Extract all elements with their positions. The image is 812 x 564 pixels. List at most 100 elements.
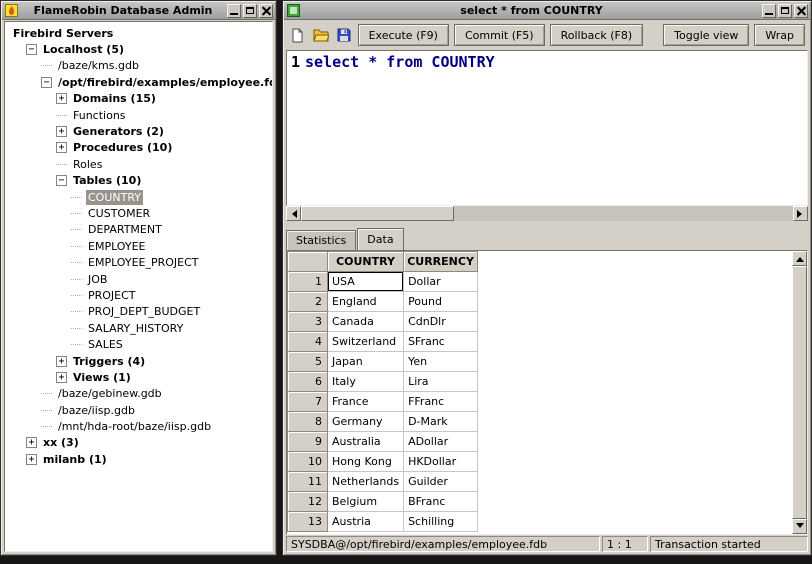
- tree-item[interactable]: SALES: [5, 336, 272, 352]
- tree-item[interactable]: Functions: [5, 107, 272, 123]
- tree-item[interactable]: + Procedures (10): [5, 140, 272, 156]
- tree-item[interactable]: Firebird Servers: [5, 25, 272, 41]
- expand-icon[interactable]: +: [56, 93, 67, 105]
- row-number[interactable]: 12: [287, 491, 328, 512]
- grid-cell[interactable]: HKDollar: [403, 451, 479, 472]
- row-number[interactable]: 7: [287, 391, 328, 412]
- row-number[interactable]: 8: [287, 411, 328, 432]
- tree-item[interactable]: EMPLOYEE: [5, 238, 272, 254]
- grid-cell[interactable]: Netherlands: [326, 471, 405, 492]
- tree-item[interactable]: /baze/gebinew.gdb: [5, 386, 272, 402]
- grid-cell[interactable]: Italy: [326, 371, 405, 392]
- grid-cell[interactable]: Guilder: [403, 471, 479, 492]
- column-header-country[interactable]: COUNTRY: [326, 251, 405, 272]
- scroll-left-button[interactable]: [286, 206, 301, 221]
- grid-cell[interactable]: Belgium: [326, 491, 405, 512]
- tab-data[interactable]: Data: [357, 228, 404, 250]
- row-number[interactable]: 1: [287, 271, 328, 292]
- sql-editor[interactable]: 1 select * from COUNTRY: [286, 50, 808, 206]
- expand-icon[interactable]: +: [56, 371, 67, 383]
- grid-cell[interactable]: Australia: [326, 431, 405, 452]
- expand-icon[interactable]: +: [26, 437, 37, 449]
- row-number[interactable]: 6: [287, 371, 328, 392]
- grid-cell[interactable]: CdnDlr: [403, 311, 479, 332]
- toggle-view-button[interactable]: Toggle view: [663, 24, 750, 46]
- grid-cell[interactable]: Germany: [326, 411, 405, 432]
- tree-item[interactable]: + Domains (15): [5, 91, 272, 107]
- grid-cell[interactable]: England: [326, 291, 405, 312]
- maximize-button[interactable]: [243, 3, 257, 18]
- tree-item[interactable]: − Tables (10): [5, 173, 272, 189]
- tree-item[interactable]: + Generators (2): [5, 123, 272, 139]
- scroll-down-button[interactable]: [792, 519, 807, 534]
- expand-icon[interactable]: +: [56, 355, 67, 367]
- collapse-icon[interactable]: −: [41, 76, 52, 88]
- tree-item[interactable]: CUSTOMER: [5, 205, 272, 221]
- scroll-up-button[interactable]: [792, 251, 807, 266]
- grid-cell[interactable]: Schilling: [403, 511, 479, 532]
- hscroll-track[interactable]: [301, 206, 793, 221]
- tree-item[interactable]: + xx (3): [5, 435, 272, 451]
- minimize-button[interactable]: [762, 3, 776, 18]
- grid-corner[interactable]: [287, 251, 328, 272]
- minimize-button[interactable]: [227, 3, 241, 18]
- tab-statistics[interactable]: Statistics: [286, 230, 357, 250]
- tree-item[interactable]: PROJECT: [5, 287, 272, 303]
- tree-item[interactable]: /baze/kms.gdb: [5, 58, 272, 74]
- vscroll-thumb[interactable]: [792, 266, 807, 519]
- grid-cell[interactable]: Yen: [403, 351, 479, 372]
- execute-button[interactable]: Execute (F9): [357, 24, 449, 46]
- tree-item[interactable]: Roles: [5, 156, 272, 172]
- server-tree[interactable]: Firebird Servers − Localhost (5)/baze/kms.…: [4, 21, 273, 552]
- tree-item[interactable]: JOB: [5, 271, 272, 287]
- grid-cell[interactable]: Austria: [326, 511, 405, 532]
- tree-item[interactable]: DEPARTMENT: [5, 222, 272, 238]
- grid-cell[interactable]: BFranc: [403, 491, 479, 512]
- tree-item[interactable]: SALARY_HISTORY: [5, 320, 272, 336]
- close-button[interactable]: [259, 3, 273, 18]
- grid-cell[interactable]: FFranc: [403, 391, 479, 412]
- tree-item[interactable]: + Triggers (4): [5, 353, 272, 369]
- titlebar[interactable]: FlameRobin Database Admin: [2, 2, 275, 20]
- grid-cell[interactable]: Pound: [403, 291, 479, 312]
- tree-item[interactable]: /mnt/hda-root/baze/iisp.gdb: [5, 418, 272, 434]
- tree-item[interactable]: /baze/iisp.gdb: [5, 402, 272, 418]
- grid-cell[interactable]: ADollar: [403, 431, 479, 452]
- row-number[interactable]: 13: [287, 511, 328, 532]
- hscroll-thumb[interactable]: [301, 206, 454, 221]
- rollback-button[interactable]: Rollback (F8): [549, 24, 644, 46]
- scroll-right-button[interactable]: [793, 206, 808, 221]
- commit-button[interactable]: Commit (F5): [453, 24, 545, 46]
- row-number[interactable]: 5: [287, 351, 328, 372]
- tree-item[interactable]: + Views (1): [5, 369, 272, 385]
- grid-cell[interactable]: Japan: [326, 351, 405, 372]
- column-header-currency[interactable]: CURRENCY: [403, 251, 479, 272]
- row-number[interactable]: 2: [287, 291, 328, 312]
- tree-item[interactable]: + milanb (1): [5, 451, 272, 467]
- grid-cell[interactable]: France: [326, 391, 405, 412]
- save-button[interactable]: [335, 25, 353, 45]
- grid-cell[interactable]: USA: [326, 271, 405, 292]
- row-number[interactable]: 3: [287, 311, 328, 332]
- vscroll-track[interactable]: [792, 266, 807, 519]
- grid-cell[interactable]: Lira: [403, 371, 479, 392]
- grid-cell[interactable]: Dollar: [403, 271, 479, 292]
- tree-item[interactable]: −/opt/firebird/examples/employee.fdb: [5, 74, 272, 90]
- collapse-icon[interactable]: −: [26, 44, 37, 56]
- grid-cell[interactable]: SFranc: [403, 331, 479, 352]
- tree-item[interactable]: EMPLOYEE_PROJECT: [5, 254, 272, 270]
- grid-cell[interactable]: Canada: [326, 311, 405, 332]
- maximize-button[interactable]: [778, 3, 792, 18]
- expand-icon[interactable]: +: [56, 126, 67, 138]
- row-number[interactable]: 11: [287, 471, 328, 492]
- wrap-button[interactable]: Wrap: [754, 24, 805, 46]
- open-button[interactable]: [312, 25, 330, 45]
- grid-cell[interactable]: Switzerland: [326, 331, 405, 352]
- tree-item[interactable]: PROJ_DEPT_BUDGET: [5, 304, 272, 320]
- expand-icon[interactable]: +: [26, 453, 37, 465]
- editor-hscrollbar[interactable]: [286, 206, 808, 221]
- row-number[interactable]: 10: [287, 451, 328, 472]
- grid-vscrollbar[interactable]: [792, 251, 807, 534]
- grid-cell[interactable]: D-Mark: [403, 411, 479, 432]
- new-button[interactable]: [289, 25, 307, 45]
